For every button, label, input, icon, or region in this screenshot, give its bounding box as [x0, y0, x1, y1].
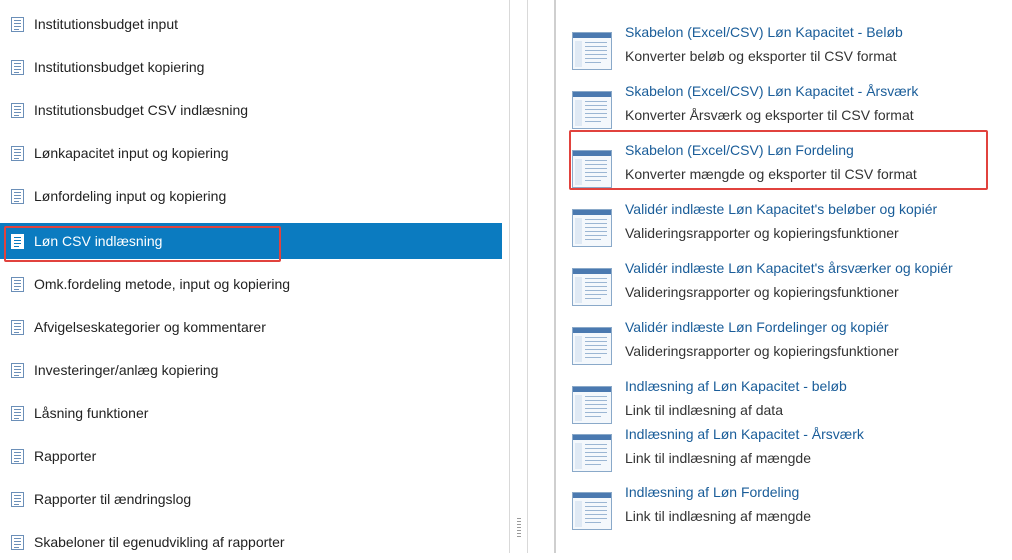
document-icon — [11, 405, 24, 421]
report-list-panel: Skabelon (Excel/CSV) Løn Kapacitet - Bel… — [556, 0, 1012, 553]
nav-item-investeringer[interactable]: Investeringer/anlæg kopiering — [0, 352, 502, 388]
report-document-icon — [572, 386, 612, 424]
nav-item-lonkapacitet[interactable]: Lønkapacitet input og kopiering — [0, 135, 502, 171]
nav-item-label: Lønfordeling input og kopiering — [34, 188, 227, 204]
report-entry-description: Link til indlæsning af mængde — [625, 508, 811, 524]
report-entry-description: Valideringsrapporter og kopieringsfunkti… — [625, 225, 899, 241]
document-icon — [11, 233, 24, 249]
nav-item-label: Skabeloner til egenudvikling af rapporte… — [34, 534, 285, 550]
report-entry-description: Link til indlæsning af mængde — [625, 450, 811, 466]
panel-splitter[interactable] — [509, 0, 542, 553]
document-icon — [11, 534, 24, 550]
report-document-icon — [572, 209, 612, 247]
nav-item-institutionsbudget-input[interactable]: Institutionsbudget input — [0, 6, 502, 42]
document-icon — [11, 448, 24, 464]
splitter-grip-icon[interactable] — [517, 518, 521, 540]
nav-item-lasning-funktioner[interactable]: Låsning funktioner — [0, 395, 502, 431]
nav-item-label: Rapporter — [34, 448, 97, 464]
document-icon — [11, 145, 24, 161]
nav-item-label: Institutionsbudget kopiering — [34, 59, 205, 75]
nav-item-label: Låsning funktioner — [34, 405, 149, 421]
document-icon — [11, 362, 24, 378]
nav-item-lonfordeling[interactable]: Lønfordeling input og kopiering — [0, 178, 502, 214]
nav-item-label: Omk.fordeling metode, input og kopiering — [34, 276, 291, 292]
nav-item-skabeloner[interactable]: Skabeloner til egenudvikling af rapporte… — [0, 524, 502, 560]
report-document-icon — [572, 32, 612, 70]
report-entry[interactable]: Skabelon (Excel/CSV) Løn Kapacitet - Års… — [556, 83, 1012, 139]
report-entry-title[interactable]: Validér indlæste Løn Kapacitet's beløber… — [625, 201, 937, 217]
nav-item-label: Institutionsbudget CSV indlæsning — [34, 102, 249, 118]
nav-item-label: Afvigelseskategorier og kommentarer — [34, 319, 266, 335]
nav-item-omk-fordeling[interactable]: Omk.fordeling metode, input og kopiering — [0, 266, 502, 302]
report-document-icon — [572, 434, 612, 472]
nav-item-afvigelseskategorier[interactable]: Afvigelseskategorier og kommentarer — [0, 309, 502, 345]
report-entry-title[interactable]: Indlæsning af Løn Fordeling — [625, 484, 799, 500]
report-document-icon — [572, 150, 612, 188]
report-entry-description: Konverter beløb og eksporter til CSV for… — [625, 48, 897, 64]
report-entry[interactable]: Skabelon (Excel/CSV) Løn Fordeling Konve… — [556, 142, 1012, 198]
nav-item-label: Løn CSV indlæsning — [34, 233, 163, 249]
report-document-icon — [572, 492, 612, 530]
left-navigation: Institutionsbudget input Institutionsbud… — [0, 0, 502, 553]
report-entry-description: Konverter Årsværk og eksporter til CSV f… — [625, 107, 914, 123]
report-entry[interactable]: Indlæsning af Løn Fordeling Link til ind… — [556, 484, 1012, 540]
report-entry-description: Konverter mængde og eksporter til CSV fo… — [625, 166, 917, 182]
report-document-icon — [572, 327, 612, 365]
document-icon — [11, 276, 24, 292]
report-entry[interactable]: Validér indlæste Løn Kapacitet's beløber… — [556, 201, 1012, 257]
document-icon — [11, 102, 24, 118]
nav-item-label: Institutionsbudget input — [34, 16, 178, 32]
document-icon — [11, 188, 24, 204]
document-icon — [11, 319, 24, 335]
splitter-line — [509, 0, 510, 553]
report-entry-title[interactable]: Indlæsning af Løn Kapacitet - beløb — [625, 378, 847, 394]
report-entry-title[interactable]: Skabelon (Excel/CSV) Løn Kapacitet - Bel… — [625, 24, 903, 40]
report-entry-title[interactable]: Validér indlæste Løn Fordelinger og kopi… — [625, 319, 889, 335]
report-entry-title[interactable]: Skabelon (Excel/CSV) Løn Fordeling — [625, 142, 854, 158]
nav-item-rapporter[interactable]: Rapporter — [0, 438, 502, 474]
nav-item-institutionsbudget-kopiering[interactable]: Institutionsbudget kopiering — [0, 49, 502, 85]
report-entry[interactable]: Skabelon (Excel/CSV) Løn Kapacitet - Bel… — [556, 24, 1012, 80]
document-icon — [11, 59, 24, 75]
nav-item-label: Investeringer/anlæg kopiering — [34, 362, 219, 378]
nav-item-label: Rapporter til ændringslog — [34, 491, 192, 507]
report-document-icon — [572, 91, 612, 129]
nav-item-lon-csv-indlaesning[interactable]: Løn CSV indlæsning — [0, 223, 502, 259]
report-entry-description: Valideringsrapporter og kopieringsfunkti… — [625, 284, 899, 300]
report-entry[interactable]: Indlæsning af Løn Kapacitet - Årsværk Li… — [556, 426, 1012, 482]
report-entry-title[interactable]: Skabelon (Excel/CSV) Løn Kapacitet - Års… — [625, 83, 918, 99]
nav-item-label: Lønkapacitet input og kopiering — [34, 145, 229, 161]
report-entry-description: Valideringsrapporter og kopieringsfunkti… — [625, 343, 899, 359]
nav-item-rapporter-aendringslog[interactable]: Rapporter til ændringslog — [0, 481, 502, 517]
splitter-line — [527, 0, 528, 553]
report-entry-title[interactable]: Indlæsning af Løn Kapacitet - Årsværk — [625, 426, 864, 442]
report-entry[interactable]: Validér indlæste Løn Fordelinger og kopi… — [556, 319, 1012, 375]
report-entry-description: Link til indlæsning af data — [625, 402, 783, 418]
nav-item-institutionsbudget-csv[interactable]: Institutionsbudget CSV indlæsning — [0, 92, 502, 128]
report-entry-title[interactable]: Validér indlæste Løn Kapacitet's årsværk… — [625, 260, 953, 276]
report-document-icon — [572, 268, 612, 306]
document-icon — [11, 491, 24, 507]
document-icon — [11, 16, 24, 32]
report-entry[interactable]: Validér indlæste Løn Kapacitet's årsværk… — [556, 260, 1012, 316]
